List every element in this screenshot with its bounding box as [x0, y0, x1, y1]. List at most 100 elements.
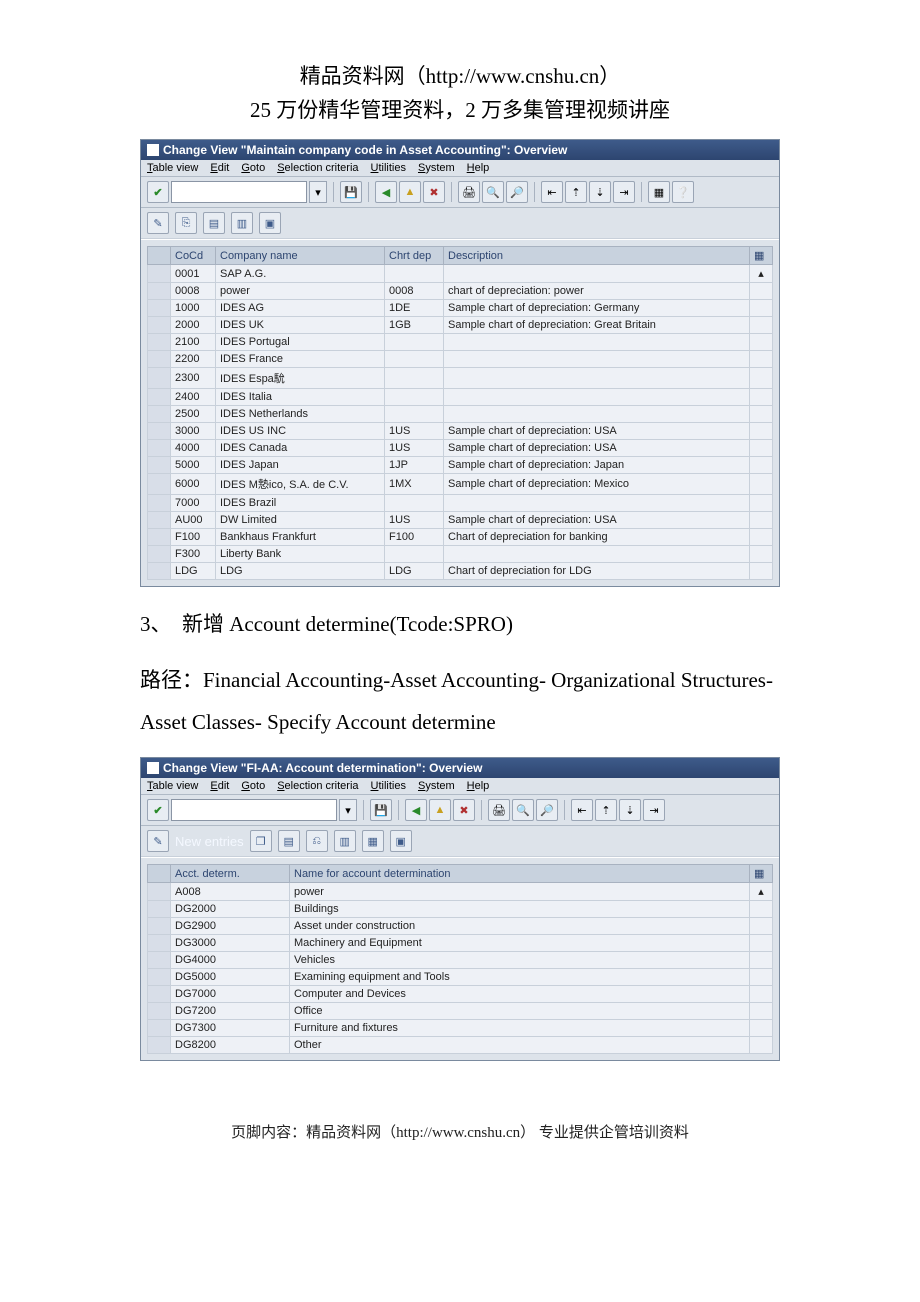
config-icon[interactable]: ▦ [750, 865, 773, 883]
scrollbar[interactable] [750, 529, 773, 546]
row-selector[interactable] [148, 389, 171, 406]
row-selector[interactable] [148, 334, 171, 351]
table-cell[interactable]: DG2900 [171, 918, 290, 935]
table-cell[interactable]: 0008 [385, 283, 444, 300]
table-cell[interactable]: 2400 [171, 389, 216, 406]
scrollbar[interactable] [750, 1037, 773, 1054]
row-selector[interactable] [148, 952, 171, 969]
table-cell[interactable]: IDES France [216, 351, 385, 368]
table-cell[interactable]: Examining equipment and Tools [290, 969, 750, 986]
table-row[interactable]: 2200IDES France [148, 351, 773, 368]
command-dropdown-icon[interactable]: ▾ [309, 181, 327, 203]
table-cell[interactable] [385, 495, 444, 512]
first-page-icon[interactable]: ⇤ [571, 799, 593, 821]
company-code-table[interactable]: CoCdCompany nameChrt depDescription▦0001… [147, 246, 773, 580]
config-icon[interactable]: ▦ [750, 247, 773, 265]
select-block-icon[interactable]: ▥ [231, 212, 253, 234]
save-icon[interactable]: 💾 [340, 181, 362, 203]
table-cell[interactable]: Buildings [290, 901, 750, 918]
table-cell[interactable]: 1US [385, 512, 444, 529]
table-cell[interactable]: 0008 [171, 283, 216, 300]
row-selector[interactable] [148, 1020, 171, 1037]
table-cell[interactable]: IDES AG [216, 300, 385, 317]
scrollbar[interactable] [750, 283, 773, 300]
menu-item[interactable]: Utilities [371, 162, 406, 174]
table-cell[interactable] [444, 389, 750, 406]
row-selector[interactable] [148, 474, 171, 495]
table-cell[interactable]: DG7200 [171, 1003, 290, 1020]
scrollbar[interactable] [750, 474, 773, 495]
save-icon[interactable]: 💾 [370, 799, 392, 821]
command-field[interactable] [171, 181, 307, 203]
table-cell[interactable]: IDES US INC [216, 423, 385, 440]
table-cell[interactable] [444, 546, 750, 563]
scrollbar[interactable] [750, 457, 773, 474]
scrollbar[interactable] [750, 406, 773, 423]
enter-icon[interactable]: ✔ [147, 181, 169, 203]
back-icon[interactable]: ◀ [405, 799, 427, 821]
menu-item[interactable]: Table view [147, 780, 198, 792]
table-row[interactable]: DG2900Asset under construction [148, 918, 773, 935]
table-cell[interactable] [444, 406, 750, 423]
new-session-icon[interactable]: ▦ [648, 181, 670, 203]
table-cell[interactable]: power [290, 883, 750, 901]
row-selector[interactable] [148, 457, 171, 474]
table-row[interactable]: 2000IDES UK1GBSample chart of depreciati… [148, 317, 773, 334]
table-cell[interactable] [444, 265, 750, 283]
exit-icon[interactable]: ▲ [399, 181, 421, 203]
menu-item[interactable]: Edit [210, 162, 229, 174]
next-page-icon[interactable]: ⇣ [619, 799, 641, 821]
menu-item[interactable]: Selection criteria [277, 162, 358, 174]
scrollbar[interactable] [750, 952, 773, 969]
table-cell[interactable]: Computer and Devices [290, 986, 750, 1003]
table-row[interactable]: DG8200Other [148, 1037, 773, 1054]
row-selector[interactable] [148, 918, 171, 935]
scrollbar[interactable] [750, 1003, 773, 1020]
row-selector[interactable] [148, 283, 171, 300]
find-icon[interactable]: 🔍 [482, 181, 504, 203]
table-cell[interactable]: Furniture and fixtures [290, 1020, 750, 1037]
table-cell[interactable]: Sample chart of depreciation: USA [444, 423, 750, 440]
table-cell[interactable]: chart of depreciation: power [444, 283, 750, 300]
prev-page-icon[interactable]: ⇡ [595, 799, 617, 821]
table-cell[interactable]: 1GB [385, 317, 444, 334]
select-block-icon[interactable]: ▦ [362, 830, 384, 852]
menu-item[interactable]: Edit [210, 780, 229, 792]
scrollbar[interactable] [750, 368, 773, 389]
column-header[interactable]: Acct. determ. [171, 865, 290, 883]
table-row[interactable]: F100Bankhaus FrankfurtF100Chart of depre… [148, 529, 773, 546]
table-cell[interactable]: 2300 [171, 368, 216, 389]
print-icon[interactable]: 🖨 [488, 799, 510, 821]
row-selector[interactable] [148, 495, 171, 512]
row-selector[interactable] [148, 546, 171, 563]
row-selector[interactable] [148, 969, 171, 986]
table-cell[interactable]: LDG [171, 563, 216, 580]
print-icon[interactable]: 🖨 [458, 181, 480, 203]
table-cell[interactable] [385, 265, 444, 283]
table-row[interactable]: 2400IDES Italia [148, 389, 773, 406]
table-cell[interactable]: 1US [385, 423, 444, 440]
next-page-icon[interactable]: ⇣ [589, 181, 611, 203]
menu-bar[interactable]: Table viewEditGotoSelection criteriaUtil… [141, 160, 779, 177]
help-icon[interactable]: ❔ [672, 181, 694, 203]
table-cell[interactable]: 0001 [171, 265, 216, 283]
scrollbar[interactable] [750, 1020, 773, 1037]
table-row[interactable]: DG5000Examining equipment and Tools [148, 969, 773, 986]
table-cell[interactable]: 7000 [171, 495, 216, 512]
table-cell[interactable]: Chart of depreciation for LDG [444, 563, 750, 580]
first-page-icon[interactable]: ⇤ [541, 181, 563, 203]
row-selector[interactable] [148, 986, 171, 1003]
scrollbar[interactable] [750, 546, 773, 563]
table-cell[interactable]: Liberty Bank [216, 546, 385, 563]
table-cell[interactable]: IDES Italia [216, 389, 385, 406]
column-header[interactable]: Company name [216, 247, 385, 265]
table-cell[interactable] [385, 546, 444, 563]
deselect-icon[interactable]: ▣ [390, 830, 412, 852]
account-determ-table[interactable]: Acct. determ.Name for account determinat… [147, 864, 773, 1054]
menu-item[interactable]: System [418, 780, 455, 792]
table-cell[interactable]: 4000 [171, 440, 216, 457]
menu-item[interactable]: Selection criteria [277, 780, 358, 792]
row-selector[interactable] [148, 901, 171, 918]
column-header[interactable]: Name for account determination [290, 865, 750, 883]
table-cell[interactable]: LDG [216, 563, 385, 580]
